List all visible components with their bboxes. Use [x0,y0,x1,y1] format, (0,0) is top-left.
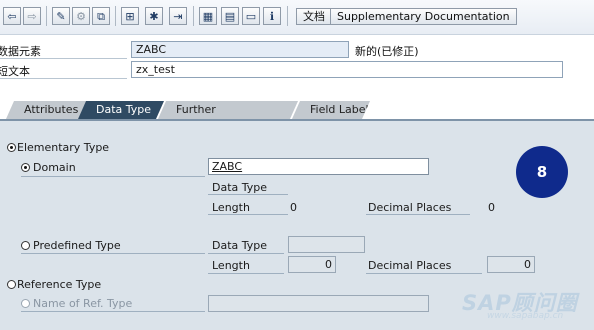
predefined-type-underline [21,253,205,254]
supplementary-documentation-button[interactable]: Supplementary Documentation [330,8,517,25]
hierarchy-icon[interactable]: ✱ [145,7,163,25]
data-type-underline [208,194,288,195]
name-of-ref-type-underline [21,311,205,312]
tab-attributes[interactable]: Attributes [6,101,86,119]
length-underline-2 [208,273,284,274]
data-type-label-2: Data Type [212,239,268,252]
where-used-icon[interactable]: ⊞ [121,7,139,25]
data-type-underline-2 [208,253,284,254]
decimal-places-label-2: Decimal Places [368,259,452,272]
short-text-label: 短文本 [0,65,30,78]
predefined-type-radio[interactable] [21,241,30,250]
print-icon[interactable]: ▤ [221,7,239,25]
activate-icon[interactable]: ⚙ [72,7,90,25]
data-type-input[interactable] [288,236,365,253]
layout-icon[interactable]: ▦ [199,7,217,25]
decimal-places-input[interactable]: 0 [487,256,535,273]
watermark-url: www.sapabap.cn [487,311,564,321]
domain-underline [21,176,205,177]
application-toolbar: ⇦ ⇨ ✎ ⚙ ⧉ ⊞ ✱ ⇥ ▦ ▤ ▭ ℹ 文档 Supplementary… [0,0,594,35]
tab-further-characteristics[interactable]: Further Characteristics [158,101,298,119]
decimal-places-label: Decimal Places [368,201,452,214]
reference-type-label: Reference Type [17,278,102,291]
short-text-field[interactable]: zx_test [131,61,563,78]
elementary-type-label: Elementary Type [17,141,110,154]
length-label-2: Length [212,259,250,272]
name-of-ref-type-label: Name of Ref. Type [33,297,133,310]
forward-icon[interactable]: ⇨ [23,7,41,25]
decimal-places-value: 0 [488,201,495,214]
length-input[interactable]: 0 [288,256,336,273]
length-label: Length [212,201,250,214]
display-change-icon[interactable]: ✎ [52,7,70,25]
name-of-ref-type-input[interactable] [208,295,429,312]
decimal-places-underline [366,214,470,215]
window-icon[interactable]: ▭ [242,7,260,25]
data-type-label: Data Type [212,181,268,194]
step-number-badge: 8 [516,146,568,198]
back-icon[interactable]: ⇦ [3,7,21,25]
data-element-field: ZABC [131,41,349,58]
info-icon[interactable]: ℹ [263,7,281,25]
toolbar-separator [115,6,116,26]
domain-input[interactable]: ZABC [208,158,429,175]
predefined-type-label: Predefined Type [33,239,121,252]
data-element-label: 数据元素 [0,45,41,58]
tab-field-label[interactable]: Field Label [292,101,370,119]
domain-label: Domain [33,161,76,174]
elementary-type-radio[interactable] [7,143,16,152]
check-icon[interactable]: ⧉ [92,7,110,25]
toolbar-separator [193,6,194,26]
label-underline [0,78,127,79]
navigate-icon[interactable]: ⇥ [169,7,187,25]
status-text: 新的(已修正) [355,45,419,58]
name-of-ref-type-radio[interactable] [21,299,30,308]
length-value: 0 [290,201,297,214]
label-underline [0,58,127,59]
reference-type-radio[interactable] [7,280,16,289]
decimal-places-underline-2 [366,273,482,274]
tab-data-type[interactable]: Data Type [78,101,164,119]
toolbar-separator [46,6,47,26]
length-underline [208,214,288,215]
toolbar-separator [287,6,288,26]
documentation-button[interactable]: 文档 [296,8,332,25]
domain-radio[interactable] [21,163,30,172]
